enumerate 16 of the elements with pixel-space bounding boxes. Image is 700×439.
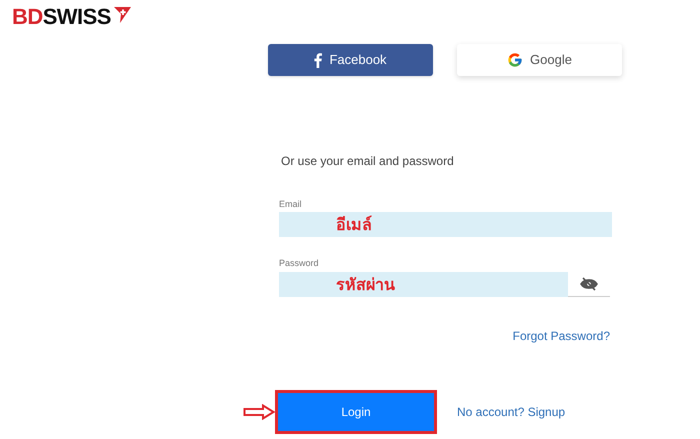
- facebook-login-button[interactable]: Facebook: [268, 44, 433, 76]
- field-label: Email: [279, 200, 302, 209]
- google-login-button[interactable]: Google: [457, 44, 622, 76]
- email-field[interactable]: อีเมล์: [279, 212, 612, 237]
- field-label: Password: [279, 259, 319, 268]
- logo-flag-icon: [112, 5, 132, 25]
- login-button[interactable]: Login: [278, 393, 434, 431]
- forgot-password-link[interactable]: Forgot Password?: [512, 327, 610, 345]
- hide-password-icon[interactable]: [580, 276, 598, 290]
- google-icon: [507, 52, 524, 68]
- password-field[interactable]: รหัสผ่าน: [279, 272, 568, 297]
- intro-text: Or use your email and password: [281, 153, 455, 170]
- signup-link[interactable]: No account? Signup: [457, 403, 566, 421]
- arrow-annotation-icon: [243, 404, 275, 420]
- facebook-icon: [314, 52, 322, 68]
- logo: BDSWISS: [12, 6, 111, 28]
